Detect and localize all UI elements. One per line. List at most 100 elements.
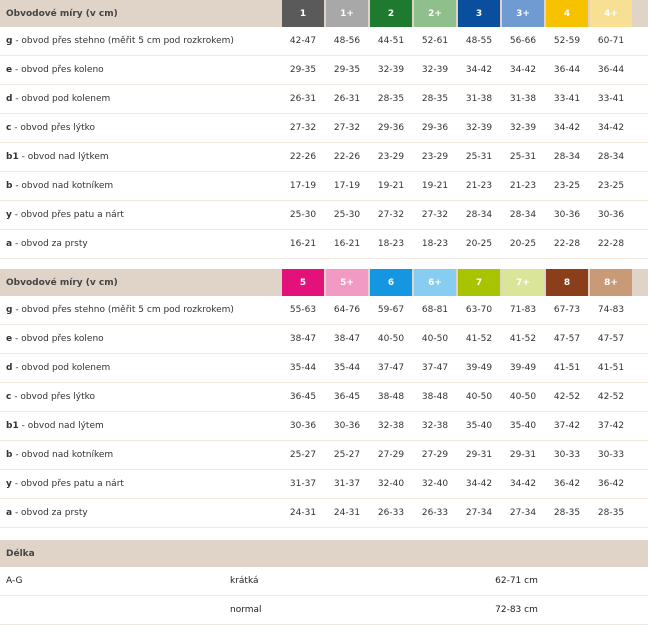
table-cell: 20-25: [465, 239, 493, 249]
table-cell: 31-37: [333, 479, 361, 489]
size-header-7: 7: [458, 269, 500, 296]
table-cell: 37-47: [377, 363, 405, 373]
table-cell: 35-40: [465, 421, 493, 431]
table-cell: 37-42: [597, 421, 625, 431]
length-type: krátká: [230, 576, 259, 586]
table-cell: 55-63: [289, 305, 317, 315]
table-cell: 40-50: [421, 334, 449, 344]
table-cell: 26-31: [289, 94, 317, 104]
measurement-label: b1 - obvod nad lýtkem: [0, 152, 282, 162]
table-cell: 26-33: [377, 508, 405, 518]
table-row: y - obvod přes patu a nárt 31-37 31-37 32-4…: [0, 470, 648, 499]
table-cell: 34-42: [465, 479, 493, 489]
table-cell: 36-42: [597, 479, 625, 489]
table-cell: 34-42: [465, 65, 493, 75]
table-cell: 44-51: [377, 36, 405, 46]
table-cell: 38-47: [289, 334, 317, 344]
table-cell: 41-52: [465, 334, 493, 344]
table-cell: 38-48: [421, 392, 449, 402]
table-title: Obvodové míry (v cm): [6, 277, 118, 288]
table-cell: 27-34: [509, 508, 537, 518]
measurement-description: - obvod nad kotníkem: [12, 181, 114, 191]
table-cell: 59-67: [377, 305, 405, 315]
size-header-8: 8: [546, 269, 588, 296]
size-header-2: 2: [370, 0, 412, 27]
table-row: y - obvod přes patu a nárt 25-30 25-30 27-3…: [0, 201, 648, 230]
table-cell: 32-39: [377, 65, 405, 75]
table-cell: 74-83: [597, 305, 625, 315]
table-cell: 68-81: [421, 305, 449, 315]
table-cell: 24-31: [333, 508, 361, 518]
measurement-label: e - obvod přes koleno: [0, 65, 282, 75]
table-cell: 34-42: [509, 65, 537, 75]
measurement-label: y - obvod přes patu a nárt: [0, 210, 282, 220]
measurement-label: g - obvod přes stehno (měřit 5 cm pod ro…: [0, 305, 282, 315]
table-row: g - obvod přes stehno (měřit 5 cm pod ro…: [0, 27, 648, 56]
length-title: Délka: [6, 548, 35, 559]
table-title: Obvodové míry (v cm): [6, 8, 118, 19]
length-value: 62-71 cm: [495, 576, 538, 586]
size-header-3: 3: [458, 0, 500, 27]
table-row: a - obvod za prsty 16-21 16-21 18-23 18-23 20…: [0, 230, 648, 259]
table-cell: 41-51: [553, 363, 581, 373]
measurement-description: - obvod přes lýtko: [11, 392, 95, 402]
table-row: b1 - obvod nad lýtkem 22-26 22-26 23-29 23-2…: [0, 143, 648, 172]
table-row: b - obvod nad kotníkem 25-27 25-27 27-29 27-…: [0, 441, 648, 470]
table-cell: 25-30: [333, 210, 361, 220]
table-cell: 41-51: [597, 363, 625, 373]
table-cell: 39-49: [509, 363, 537, 373]
size-header-1plus: 1+: [326, 0, 368, 27]
measurement-label: c - obvod přes lýtko: [0, 123, 282, 133]
table-cell: 31-38: [509, 94, 537, 104]
measurement-label: y - obvod přes patu a nárt: [0, 479, 282, 489]
size-header-8plus: 8+: [590, 269, 632, 296]
measurement-label: a - obvod za prsty: [0, 239, 282, 249]
table-row: b1 - obvod nad lýtem 30-36 30-36 32-38 32-38…: [0, 412, 648, 441]
table-cell: 27-32: [333, 123, 361, 133]
table-cell: 32-38: [377, 421, 405, 431]
table-cell: 32-39: [509, 123, 537, 133]
measurement-description: - obvod přes patu a nárt: [11, 210, 124, 220]
measurement-label: a - obvod za prsty: [0, 508, 282, 518]
size-header-1: 1: [282, 0, 324, 27]
measurement-code: b1: [6, 152, 19, 162]
table-cell: 29-31: [465, 450, 493, 460]
table-cell: 34-42: [509, 479, 537, 489]
table-cell: 31-38: [465, 94, 493, 104]
table-cell: 25-31: [465, 152, 493, 162]
measurement-label: b - obvod nad kotníkem: [0, 181, 282, 191]
table-row: e - obvod přes koleno 38-47 38-47 40-50 40-5…: [0, 325, 648, 354]
table-cell: 30-36: [553, 210, 581, 220]
table-cell: 18-23: [377, 239, 405, 249]
measurement-description: - obvod přes stehno (měřit 5 cm pod rozk…: [12, 305, 234, 315]
table-cell: 24-31: [289, 508, 317, 518]
table-cell: 36-45: [333, 392, 361, 402]
table-cell: 63-70: [465, 305, 493, 315]
length-value: 72-83 cm: [495, 605, 538, 615]
table-cell: 23-29: [377, 152, 405, 162]
size-header-6: 6: [370, 269, 412, 296]
table-cell: 33-41: [553, 94, 581, 104]
size-header-4: 4: [546, 0, 588, 27]
table-cell: 60-71: [597, 36, 625, 46]
table-cell: 37-42: [553, 421, 581, 431]
table-cell: 64-76: [333, 305, 361, 315]
measurement-label: e - obvod přes koleno: [0, 334, 282, 344]
measurement-description: - obvod nad lýtem: [18, 421, 104, 431]
table-cell: 25-30: [289, 210, 317, 220]
measurement-description: - obvod přes patu a nárt: [11, 479, 124, 489]
table-cell: 22-26: [333, 152, 361, 162]
size-table-1: Obvodové míry (v cm) 1 1+ 2 2+ 3 3+ 4 4+ g - ob…: [0, 0, 648, 259]
table-cell: 36-45: [289, 392, 317, 402]
table-cell: 22-26: [289, 152, 317, 162]
table-cell: 48-56: [333, 36, 361, 46]
measurement-description: - obvod nad lýtkem: [18, 152, 109, 162]
measurement-label: d - obvod pod kolenem: [0, 363, 282, 373]
table-cell: 19-21: [421, 181, 449, 191]
table-cell: 27-34: [465, 508, 493, 518]
length-row: A-G krátká 62-71 cm: [0, 567, 648, 596]
table-cell: 36-44: [597, 65, 625, 75]
measurement-description: - obvod přes koleno: [12, 334, 104, 344]
table-cell: 20-25: [509, 239, 537, 249]
table-cell: 47-57: [553, 334, 581, 344]
